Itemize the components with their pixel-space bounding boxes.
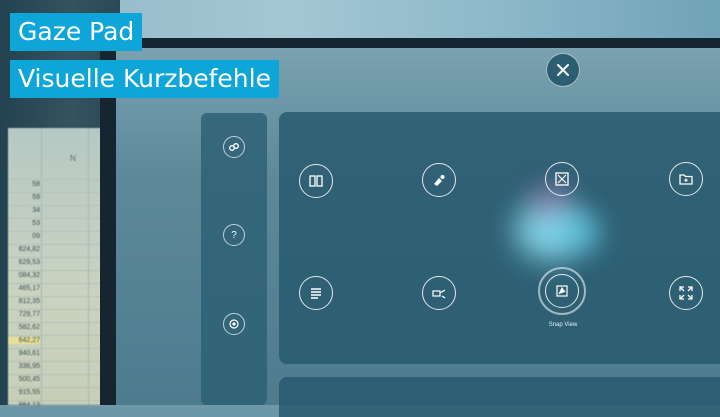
spreadsheet-cell: 465,17 xyxy=(18,285,40,292)
snap-view-icon[interactable] xyxy=(545,274,579,308)
spreadsheet-cell: 336,95 xyxy=(18,363,40,370)
video-caption-subtitle: Visuelle Kurzbefehle xyxy=(10,60,279,98)
spreadsheet-gridline xyxy=(8,309,103,310)
spreadsheet-cell: 729,77 xyxy=(18,311,40,318)
secondary-panel xyxy=(279,377,720,417)
target-icon[interactable] xyxy=(223,313,245,335)
help-glyph: ? xyxy=(231,229,237,241)
spreadsheet-column-header: N xyxy=(70,154,76,163)
spreadsheet-gridline xyxy=(8,244,103,245)
shortcut-panel xyxy=(279,112,720,364)
close-button[interactable] xyxy=(546,53,580,87)
spreadsheet-gridline xyxy=(8,361,103,362)
paint-icon[interactable] xyxy=(422,163,456,197)
side-panel: ? xyxy=(201,113,267,405)
spreadsheet-gridline xyxy=(8,348,103,349)
spreadsheet-gridline xyxy=(8,374,103,375)
spreadsheet-cell: 629,53 xyxy=(18,259,40,266)
spreadsheet-cell: 940,61 xyxy=(18,350,40,357)
fullscreen-icon[interactable] xyxy=(669,276,703,310)
spreadsheet-gridline xyxy=(8,322,103,323)
spreadsheet-cell: 59 xyxy=(32,194,40,201)
video-caption-title: Gaze Pad xyxy=(10,13,143,51)
drag-icon[interactable] xyxy=(422,276,456,310)
spreadsheet-gridline xyxy=(41,128,42,405)
spreadsheet-cell: 09 xyxy=(32,233,40,240)
spreadsheet-cell: 34 xyxy=(32,207,40,214)
spreadsheet-gridline xyxy=(8,192,103,193)
spreadsheet-gridline xyxy=(8,335,103,336)
spreadsheet-gridline xyxy=(8,296,103,297)
spreadsheet-gridline xyxy=(8,205,103,206)
spreadsheet-cell: 642,27 xyxy=(8,337,40,344)
spreadsheet-cell: 53 xyxy=(32,220,40,227)
spreadsheet-cell: 582,62 xyxy=(18,324,40,331)
spreadsheet-gridline xyxy=(8,400,103,401)
spreadsheet-cell: 084,32 xyxy=(18,272,40,279)
spreadsheet-cell: 58 xyxy=(32,181,40,188)
spreadsheet-cell: 812,35 xyxy=(18,298,40,305)
spreadsheet-cell: 824,82 xyxy=(18,246,40,253)
new-folder-icon[interactable] xyxy=(669,162,703,196)
scroll-icon[interactable] xyxy=(299,276,333,310)
columns-icon[interactable] xyxy=(299,164,333,198)
close-icon xyxy=(557,64,569,76)
snap-view-label: Snap View xyxy=(548,322,578,328)
glow-highlight xyxy=(560,215,600,250)
spreadsheet-gridline xyxy=(8,218,103,219)
link-icon[interactable] xyxy=(223,136,245,158)
resize-icon[interactable] xyxy=(545,162,579,196)
spreadsheet-window: N 58 59 34 53 09 824,82 629,53 084,32 465,17 812,… xyxy=(8,128,103,405)
spreadsheet-cell: 500,45 xyxy=(18,376,40,383)
spreadsheet-gridline xyxy=(8,270,103,271)
spreadsheet-gridline xyxy=(8,257,103,258)
spreadsheet-gridline xyxy=(8,387,103,388)
spreadsheet-cell: 915,55 xyxy=(18,389,40,396)
spreadsheet-gridline xyxy=(8,283,103,284)
help-icon[interactable]: ? xyxy=(223,224,245,246)
spreadsheet-gridline xyxy=(8,179,103,180)
spreadsheet-gridline xyxy=(88,128,89,405)
spreadsheet-gridline xyxy=(8,231,103,232)
